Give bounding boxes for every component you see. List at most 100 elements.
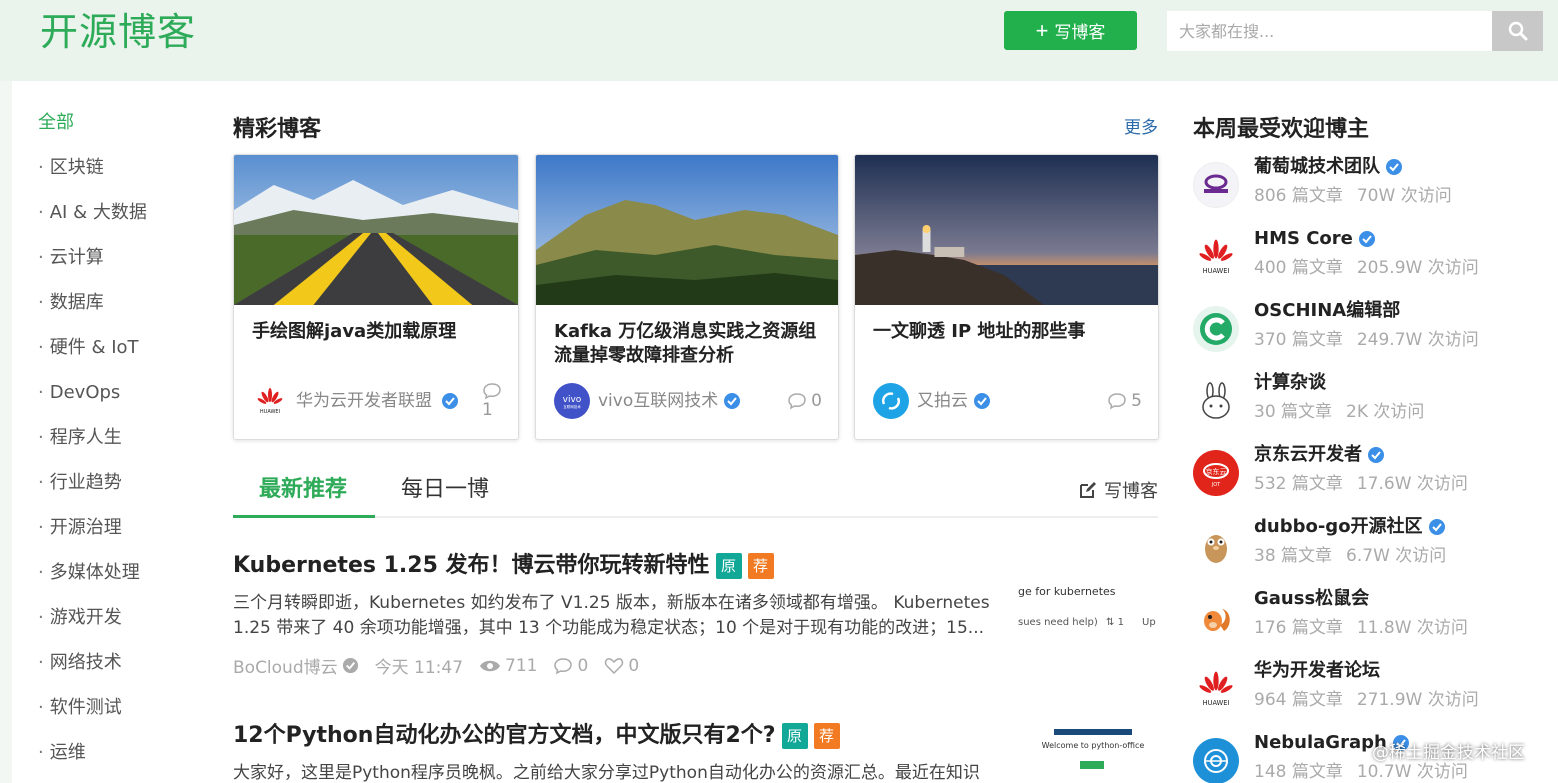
verified-icon [1428, 519, 1445, 535]
blogger-name[interactable]: 京东云开发者 [1254, 443, 1385, 467]
card-author: 又拍云 5 [873, 381, 1142, 421]
article-summary: 大家好，这里是Python程序员晚枫。之前给大家分享过Python自动化办公的资… [233, 763, 980, 783]
squirrel-avatar-icon [1193, 594, 1239, 640]
sidebar-item-networking[interactable]: · 网络技术 [38, 651, 147, 696]
watermark: @稀土掘金技术社区 [1372, 743, 1525, 763]
article-thumbnail[interactable]: Welcome to python-office [1038, 727, 1148, 783]
grapecity-avatar-icon [1193, 162, 1239, 208]
recommend-badge: 荐 [813, 723, 840, 749]
card-title[interactable]: 手绘图解java类加载原理 [252, 320, 502, 344]
site-logo[interactable]: 开源博客 [40, 9, 196, 55]
svg-text:HUAWEI: HUAWEI [260, 409, 280, 415]
sidebar-item-testing[interactable]: · 软件测试 [38, 696, 147, 741]
blogger-name[interactable]: HMS Core [1254, 227, 1376, 251]
sidebar-item-all[interactable]: 全部 [38, 111, 147, 156]
svg-text:HUAWEI: HUAWEI [1203, 267, 1230, 275]
card-title[interactable]: 一文聊透 IP 地址的那些事 [873, 320, 1142, 344]
verified-icon [442, 393, 458, 409]
verified-icon [342, 657, 358, 674]
blogger-stats: 38 篇文章 6.7W 次访问 [1254, 546, 1447, 566]
blogger-item[interactable]: Gauss松鼠会 176 篇文章 11.8W 次访问 [1193, 587, 1543, 647]
author-name[interactable]: 又拍云 [917, 390, 968, 412]
category-sidebar: 全部 · 区块链 · AI & 大数据 · 云计算 · 数据库 · 硬件 & IoT · D… [38, 111, 147, 783]
jdcloud-avatar-icon: 京东云 JOT [1193, 450, 1239, 496]
sidebar-item-cloud[interactable]: · 云计算 [38, 246, 147, 291]
card-image-road [234, 155, 518, 305]
upyun-logo-icon [873, 383, 909, 419]
original-badge: 原 [781, 723, 808, 749]
featured-card[interactable]: 一文聊透 IP 地址的那些事 又拍云 5 [854, 154, 1159, 440]
blogger-name[interactable]: OSCHINA编辑部 [1254, 299, 1400, 323]
comment-icon [483, 383, 501, 400]
blogger-item[interactable]: OSCHINA编辑部 370 篇文章 249.7W 次访问 [1193, 299, 1543, 359]
sidebar-item-open-source-governance[interactable]: · 开源治理 [38, 516, 147, 561]
blogger-stats: 370 篇文章 249.7W 次访问 [1254, 330, 1479, 350]
verified-icon [1358, 231, 1375, 247]
blogger-item[interactable]: 计算杂谈 30 篇文章 2K 次访问 [1193, 371, 1543, 431]
oschina-avatar-icon [1193, 306, 1239, 352]
sidebar-item-game-dev[interactable]: · 游戏开发 [38, 606, 147, 651]
sidebar-item-devops[interactable]: · DevOps [38, 381, 147, 426]
rabbit-avatar-icon [1193, 378, 1239, 424]
comment-icon [788, 393, 806, 410]
blogger-item[interactable]: 京东云 JOT 京东云开发者 532 篇文章 17.6W 次访问 [1193, 443, 1543, 503]
sidebar-item-multimedia[interactable]: · 多媒体处理 [38, 561, 147, 606]
write-blog-button[interactable]: + 写博客 [1004, 11, 1137, 50]
comment-icon [554, 657, 573, 674]
blogger-name[interactable]: 葡萄城技术团队 [1254, 155, 1403, 179]
svg-text:HUAWEI: HUAWEI [1203, 699, 1230, 707]
search-input[interactable] [1167, 11, 1492, 51]
author-name[interactable]: vivo互联网技术 [598, 390, 718, 412]
tab-latest[interactable]: 最新推荐 [259, 471, 347, 503]
svg-text:vivo: vivo [563, 395, 582, 405]
featured-card[interactable]: Kafka 万亿级消息实践之资源组流量掉零故障排查分析 vivo 互联网技术 vi… [535, 154, 839, 440]
blogger-stats: 964 篇文章 271.9W 次访问 [1254, 690, 1479, 710]
plus-icon: + [1035, 17, 1049, 43]
sidebar-item-ai-bigdata[interactable]: · AI & 大数据 [38, 201, 147, 246]
sidebar-item-programmer-life[interactable]: · 程序人生 [38, 426, 147, 471]
blogger-item[interactable]: dubbo-go开源社区 38 篇文章 6.7W 次访问 [1193, 515, 1543, 575]
sidebar-item-database[interactable]: · 数据库 [38, 291, 147, 336]
blogger-item[interactable]: HUAWEI 华为开发者论坛 964 篇文章 271.9W 次访问 [1193, 659, 1543, 719]
featured-card[interactable]: 手绘图解java类加载原理 HUAWEI 华为云开发者联盟 1 [233, 154, 519, 440]
blogger-name[interactable]: dubbo-go开源社区 [1254, 515, 1446, 539]
huawei-logo-icon: HUAWEI [1193, 666, 1239, 712]
article-item[interactable]: 12个Python自动化办公的官方文档，中文版只有2个? 原 荐 大家好，这里是… [233, 721, 1158, 783]
sidebar-item-hardware-iot[interactable]: · 硬件 & IoT [38, 336, 147, 381]
blogger-stats: 806 篇文章 70W 次访问 [1254, 186, 1452, 206]
article-likes[interactable]: 0 [604, 656, 639, 676]
search-button[interactable] [1492, 11, 1543, 51]
blogger-name[interactable]: 计算杂谈 [1254, 371, 1326, 395]
article-tabs: 最新推荐 每日一博 写博客 [233, 461, 1158, 518]
article-thumbnail[interactable]: ge for kubernetes sues need help) ⇅ 1 Up [1018, 577, 1158, 647]
article-item[interactable]: Kubernetes 1.25 发布！博云带你玩转新特性 原 荐 三个月转瞬即逝… [233, 551, 1158, 678]
featured-more-link[interactable]: 更多 [1124, 113, 1158, 138]
article-title[interactable]: 12个Python自动化办公的官方文档，中文版只有2个? 原 荐 [233, 721, 1158, 751]
edit-icon [1080, 482, 1096, 498]
card-title[interactable]: Kafka 万亿级消息实践之资源组流量掉零故障排查分析 [554, 320, 822, 368]
article-meta: BoCloud博云 今天 11:47 711 0 0 [233, 653, 1158, 679]
write-blog-label: 写博客 [1054, 23, 1106, 42]
card-image-mountain [536, 155, 838, 305]
comment-icon [1108, 393, 1126, 410]
blogger-item[interactable]: HUAWEI HMS Core 400 篇文章 205.9W 次访问 [1193, 227, 1543, 287]
sidebar-item-ops[interactable]: · 运维 [38, 741, 147, 783]
tab-daily[interactable]: 每日一博 [401, 471, 489, 503]
sidebar-item-blockchain[interactable]: · 区块链 [38, 156, 147, 201]
blogger-stats: 400 篇文章 205.9W 次访问 [1254, 258, 1479, 278]
popular-title: 本周最受欢迎博主 [1193, 117, 1370, 142]
blogger-item[interactable]: 葡萄城技术团队 806 篇文章 70W 次访问 [1193, 155, 1543, 215]
article-views: 711 [479, 656, 537, 676]
blogger-name[interactable]: Gauss松鼠会 [1254, 587, 1369, 611]
blogger-name[interactable]: 华为开发者论坛 [1254, 659, 1380, 683]
top-header: 开源博客 + 写博客 [0, 0, 1558, 81]
sidebar-item-industry-trends[interactable]: · 行业趋势 [38, 471, 147, 516]
card-image-lighthouse [855, 155, 1158, 305]
author-name[interactable]: 华为云开发者联盟 [296, 390, 436, 412]
content-container: 全部 · 区块链 · AI & 大数据 · 云计算 · 数据库 · 硬件 & IoT · D… [12, 81, 1558, 783]
verified-icon [724, 393, 741, 409]
svg-text:互联网技术: 互联网技术 [563, 404, 581, 409]
blogger-stats: 30 篇文章 2K 次访问 [1254, 402, 1425, 422]
article-author[interactable]: BoCloud博云 [233, 653, 359, 678]
tab-write-blog[interactable]: 写博客 [1078, 477, 1158, 503]
